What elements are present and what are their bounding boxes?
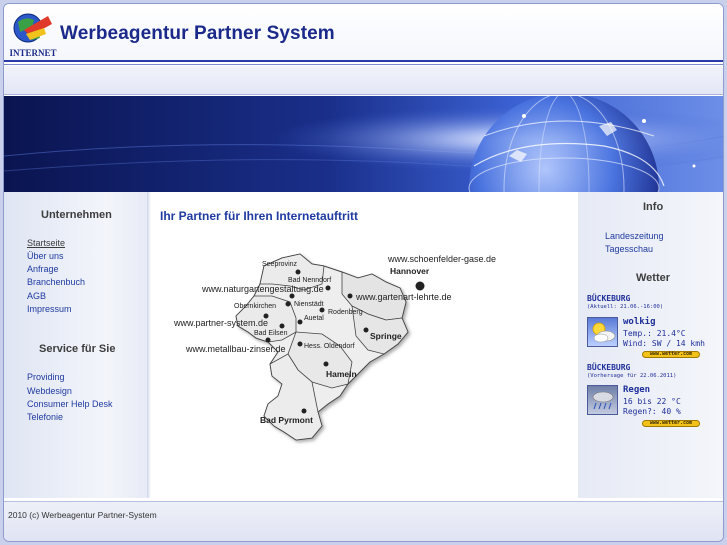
logo[interactable]: INTERNET bbox=[8, 10, 58, 60]
navigation-bar bbox=[4, 66, 723, 94]
info-heading: Info bbox=[643, 201, 664, 213]
nav-link-webdesign[interactable]: Webdesign bbox=[27, 386, 72, 396]
copyright-text: 2010 (c) Werbeagentur Partner-System bbox=[8, 510, 157, 520]
weather-location: BÜCKEBURG bbox=[587, 363, 631, 372]
weather-wind: Wind: SW / 14 kmh bbox=[623, 339, 705, 348]
wetter-com-badge[interactable]: www.wetter.com bbox=[642, 420, 700, 427]
info-link-tagesschau[interactable]: Tagesschau bbox=[605, 244, 653, 254]
service-heading: Service für Sie bbox=[39, 343, 116, 355]
wetter-com-badge[interactable]: www.wetter.com bbox=[642, 351, 700, 358]
rain-cloud-icon bbox=[587, 385, 618, 415]
site-header: INTERNET Werbeagentur Partner System bbox=[4, 4, 723, 62]
map-site-metallbau: www.metallbau-zinser.de bbox=[185, 344, 286, 354]
map-site-gartenart: www.gartenart-lehrte.de bbox=[355, 292, 452, 302]
weather-rain-chance: Regen?: 40 % bbox=[623, 407, 681, 416]
map-city-nienstaedt: Nienstädt bbox=[294, 301, 324, 308]
nav-link-providing[interactable]: Providing bbox=[27, 372, 65, 382]
map-city-seeprovinz: Seeprovinz bbox=[262, 261, 298, 268]
region-map[interactable]: Seeprovinz Bad Nenndorf Obernkirchen Nie… bbox=[172, 236, 502, 448]
weather-temperature: Temp.: 21.4°C bbox=[623, 329, 686, 338]
header-rule-thin bbox=[4, 64, 723, 65]
weather-location: BÜCKEBURG bbox=[587, 294, 631, 303]
nav-link-branchenbuch[interactable]: Branchenbuch bbox=[27, 277, 85, 287]
weather-condition: wolkig bbox=[623, 317, 656, 327]
map-city-hess-oldendorf: Hess. Oldendorf bbox=[304, 343, 355, 350]
map-city-rodenberg: Rodenberg bbox=[328, 309, 363, 316]
map-city-springe: Springe bbox=[370, 331, 402, 341]
page-title: Ihr Partner für Ihren Internetauftritt bbox=[160, 209, 359, 223]
map-city-hameln: Hameln bbox=[326, 369, 357, 379]
nav-link-ueber-uns[interactable]: Über uns bbox=[27, 251, 64, 261]
nav-link-consumer-help-desk[interactable]: Consumer Help Desk bbox=[27, 399, 113, 409]
map-city-auetal: Auetal bbox=[304, 315, 324, 322]
nav-link-startseite[interactable]: Startseite bbox=[27, 238, 65, 248]
map-city-bad-pyrmont: Bad Pyrmont bbox=[260, 415, 313, 425]
weather-temperature-range: 16 bis 22 °C bbox=[623, 397, 681, 406]
weather-condition: Regen bbox=[623, 385, 651, 395]
nav-link-telefonie[interactable]: Telefonie bbox=[27, 412, 63, 422]
map-city-hannover: Hannover bbox=[390, 266, 430, 276]
weather-timestamp: (Aktuell: 21.06.-16:00) bbox=[587, 304, 664, 310]
page-background: INTERNET Werbeagentur Partner System Unt… bbox=[0, 0, 727, 545]
weather-heading: Wetter bbox=[636, 272, 671, 284]
map-site-partner-system: www.partner-system.de bbox=[173, 318, 268, 328]
map-site-naturgarten: www.naturgartengestaltung.de bbox=[201, 284, 324, 294]
logo-text: INTERNET bbox=[9, 48, 56, 58]
info-link-landeszeitung[interactable]: Landeszeitung bbox=[605, 231, 664, 241]
map-site-schoenfelder: www.schoenfelder-gase.de bbox=[387, 254, 496, 264]
header-rule bbox=[4, 60, 723, 62]
nav-link-agb[interactable]: AGB bbox=[27, 291, 46, 301]
navigation-bar-rule bbox=[4, 94, 723, 95]
nav-link-anfrage[interactable]: Anfrage bbox=[27, 264, 59, 274]
site-title: Werbeagentur Partner System bbox=[60, 23, 335, 44]
map-city-bad-nenndorf: Bad Nenndorf bbox=[288, 277, 331, 284]
footer: 2010 (c) Werbeagentur Partner-System bbox=[4, 501, 723, 541]
map-city-obernkirchen: Obernkirchen bbox=[234, 303, 276, 310]
weather-forecast-date: (Vorhersage für 22.06.2011) bbox=[587, 373, 677, 379]
company-heading: Unternehmen bbox=[41, 209, 112, 221]
map-city-bad-eilsen: Bad Eilsen bbox=[254, 330, 288, 337]
globe-banner bbox=[4, 96, 723, 192]
cloudy-sun-icon bbox=[587, 317, 618, 347]
page-frame: INTERNET Werbeagentur Partner System Unt… bbox=[3, 3, 724, 542]
nav-link-impressum[interactable]: Impressum bbox=[27, 304, 72, 314]
